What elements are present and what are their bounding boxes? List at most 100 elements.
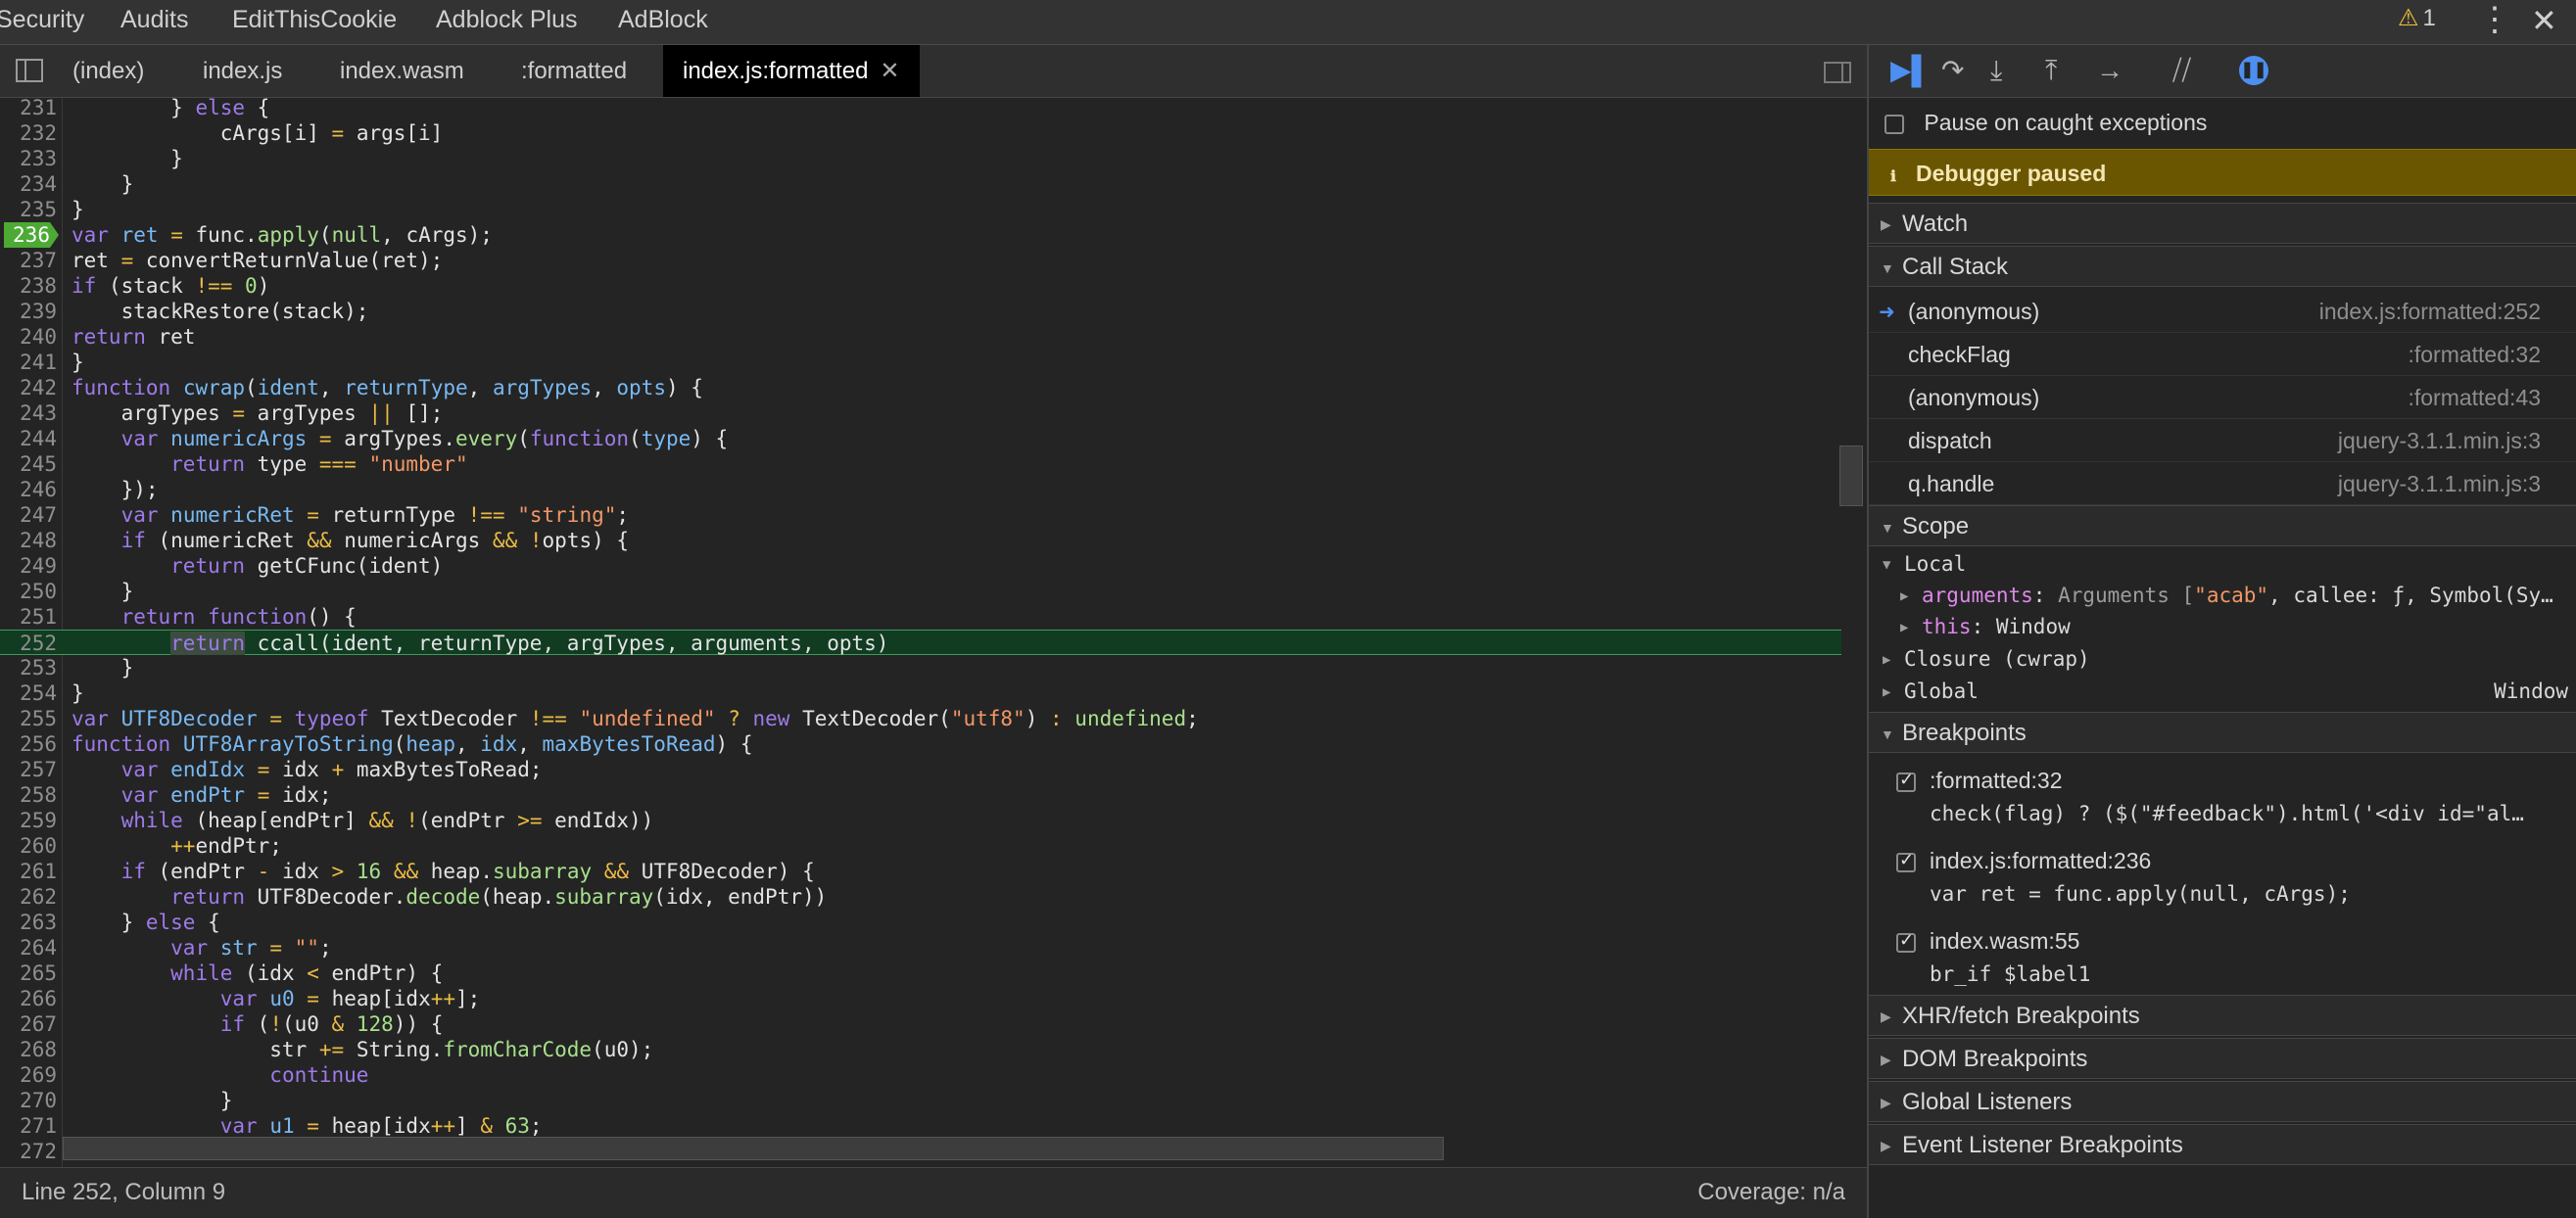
breakpoint-line-number[interactable]: 236 [4, 222, 59, 248]
code-line[interactable]: 257 var endIdx = idx + maxBytesToRead; [0, 757, 1841, 782]
line-number[interactable]: 258 [0, 782, 57, 808]
call-frame[interactable]: q.handle jquery-3.1.1.min.js:3 [1869, 462, 2576, 505]
breakpoint-code[interactable]: br_if $label1 [1869, 958, 2576, 995]
line-number[interactable]: 247 [0, 502, 57, 528]
current-execution-line[interactable]: 252 return ccall(ident, returnType, argT… [0, 630, 1841, 655]
line-number[interactable]: 248 [0, 528, 57, 553]
line-number[interactable]: 264 [0, 935, 57, 960]
code-line[interactable]: 236 var ret = func.apply(null, cArgs); [0, 222, 1841, 248]
file-tab-index-js-formatted[interactable]: index.js:formatted ✕ [663, 45, 920, 97]
resume-icon[interactable]: ▶︎▌ [1890, 55, 1931, 86]
line-number[interactable]: 239 [0, 299, 57, 324]
step-out-icon[interactable]: ⤒ [2045, 55, 2057, 86]
code-line[interactable]: 259 while (heap[endPtr] && !(endPtr >= e… [0, 808, 1841, 833]
cursor-position[interactable]: Line 252, Column 9 [22, 1179, 225, 1206]
call-frame-location[interactable]: :formatted:32 [2408, 342, 2541, 368]
breakpoints-section-header[interactable]: ▼ Breakpoints [1869, 712, 2576, 753]
line-number[interactable]: 269 [0, 1062, 57, 1088]
code-line[interactable]: 254} [0, 680, 1841, 706]
line-number[interactable]: 260 [0, 833, 57, 859]
breakpoint-item[interactable]: index.wasm:55 [1869, 920, 2576, 960]
line-number[interactable]: 238 [0, 273, 57, 299]
file-tab-formatted[interactable]: :formatted [501, 45, 646, 97]
code-line[interactable]: 249 return getCFunc(ident) [0, 553, 1841, 579]
line-number[interactable]: 232 [0, 120, 57, 146]
line-number[interactable]: 246 [0, 477, 57, 502]
call-frame-location[interactable]: jquery-3.1.1.min.js:3 [2338, 471, 2541, 497]
code-line[interactable]: 247 var numericRet = returnType !== "str… [0, 502, 1841, 528]
close-devtools-icon[interactable]: ✕ [2531, 2, 2557, 39]
line-number[interactable]: 272 [0, 1139, 57, 1164]
code-line[interactable]: 261 if (endPtr - idx > 16 && heap.subarr… [0, 859, 1841, 884]
code-line[interactable]: 264 var str = ""; [0, 935, 1841, 960]
code-line[interactable]: 269 continue [0, 1062, 1841, 1088]
code-line[interactable]: 251 return function() { [0, 604, 1841, 630]
panel-tab-editthiscookie[interactable]: EditThisCookie [232, 6, 397, 34]
code-line[interactable]: 238 if (stack !== 0) [0, 273, 1841, 299]
code-editor[interactable]: 231 } else {232 cArgs[i] = args[i] 233 } 2… [0, 98, 1867, 1167]
file-tab-index-wasm[interactable]: index.wasm [320, 45, 484, 97]
call-frame-location[interactable]: index.js:formatted:252 [2319, 299, 2541, 325]
line-number[interactable]: 255 [0, 706, 57, 731]
line-number[interactable]: 241 [0, 350, 57, 375]
code-line[interactable]: 253 } [0, 655, 1841, 680]
step-icon[interactable]: → [2096, 55, 2123, 86]
line-number[interactable]: 256 [0, 731, 57, 757]
line-number[interactable]: 231 [0, 98, 57, 120]
code-line[interactable]: 266 var u0 = heap[idx++]; [0, 986, 1841, 1011]
code-line[interactable]: 265 while (idx < endPtr) { [0, 960, 1841, 986]
dom-breakpoints-section-header[interactable]: ▶ DOM Breakpoints [1869, 1038, 2576, 1079]
xhr-breakpoints-section-header[interactable]: ▶ XHR/fetch Breakpoints [1869, 995, 2576, 1036]
code-line[interactable]: 235} [0, 197, 1841, 222]
line-number[interactable]: 240 [0, 324, 57, 350]
deactivate-breakpoints-icon[interactable]: ⧸⧸ [2172, 55, 2191, 86]
pause-on-caught-exceptions[interactable]: Pause on caught exceptions [1869, 98, 2576, 143]
pause-on-caught-checkbox[interactable] [1884, 114, 1904, 134]
horizontal-scrollbar[interactable] [63, 1137, 1444, 1160]
code-line[interactable]: 248 if (numericRet && numericArgs && !op… [0, 528, 1841, 553]
panel-tab-audits[interactable]: Audits [120, 6, 188, 34]
line-number[interactable]: 265 [0, 960, 57, 986]
line-number[interactable]: 243 [0, 400, 57, 426]
code-line[interactable]: 242 function cwrap(ident, returnType, arg… [0, 375, 1841, 400]
line-number[interactable]: 251 [0, 604, 57, 630]
toggle-debugger-sidebar-icon[interactable] [1824, 62, 1851, 83]
line-number[interactable]: 249 [0, 553, 57, 579]
line-number[interactable]: 242 [0, 375, 57, 400]
line-number[interactable]: 267 [0, 1011, 57, 1037]
code-line[interactable]: 268 str += String.fromCharCode(u0); [0, 1037, 1841, 1062]
code-line[interactable]: 237 ret = convertReturnValue(ret); [0, 248, 1841, 273]
toggle-navigator-icon[interactable] [16, 59, 43, 82]
step-over-icon[interactable]: ↷ [1941, 55, 1964, 86]
call-frame[interactable]: ➜ (anonymous) index.js:formatted:252 [1869, 290, 2576, 333]
code-line[interactable]: 233 } [0, 146, 1841, 171]
line-number[interactable]: 268 [0, 1037, 57, 1062]
call-frame[interactable]: (anonymous) :formatted:43 [1869, 376, 2576, 419]
event-listener-breakpoints-section-header[interactable]: ▶ Event Listener Breakpoints [1869, 1124, 2576, 1165]
code-line[interactable]: 250 } [0, 579, 1841, 604]
line-number[interactable]: 263 [0, 910, 57, 935]
scope-this[interactable]: ▶ this: Window [1869, 611, 2576, 642]
pause-on-exceptions-icon[interactable]: ❚❚ [2239, 56, 2268, 85]
code-line[interactable]: 258 var endPtr = idx; [0, 782, 1841, 808]
line-number[interactable]: 235 [0, 197, 57, 222]
line-number[interactable]: 237 [0, 248, 57, 273]
call-frame[interactable]: checkFlag :formatted:32 [1869, 333, 2576, 376]
line-number[interactable]: 266 [0, 986, 57, 1011]
breakpoint-checkbox[interactable] [1896, 850, 1916, 872]
line-number[interactable]: 261 [0, 859, 57, 884]
code-line[interactable]: 246 }); [0, 477, 1841, 502]
code-line[interactable]: 244 var numericArgs = argTypes.every(fun… [0, 426, 1841, 451]
code-line[interactable]: 239 stackRestore(stack); [0, 299, 1841, 324]
line-number[interactable]: 245 [0, 451, 57, 477]
code-line[interactable]: 241} [0, 350, 1841, 375]
call-frame[interactable]: dispatch jquery-3.1.1.min.js:3 [1869, 419, 2576, 462]
line-number[interactable]: 271 [0, 1113, 57, 1139]
vertical-scrollbar[interactable] [1839, 445, 1863, 506]
line-number[interactable]: 262 [0, 884, 57, 910]
file-tab-index[interactable]: (index) [53, 45, 164, 97]
scope-arguments[interactable]: ▶ arguments: Arguments ["acab", callee: ƒ… [1869, 580, 2576, 611]
breakpoint-code[interactable]: check(flag) ? ($("#feedback").html('<div… [1869, 797, 2576, 834]
code-line[interactable]: 271 var u1 = heap[idx++] & 63; [0, 1113, 1841, 1139]
line-number[interactable]: 253 [0, 655, 57, 680]
